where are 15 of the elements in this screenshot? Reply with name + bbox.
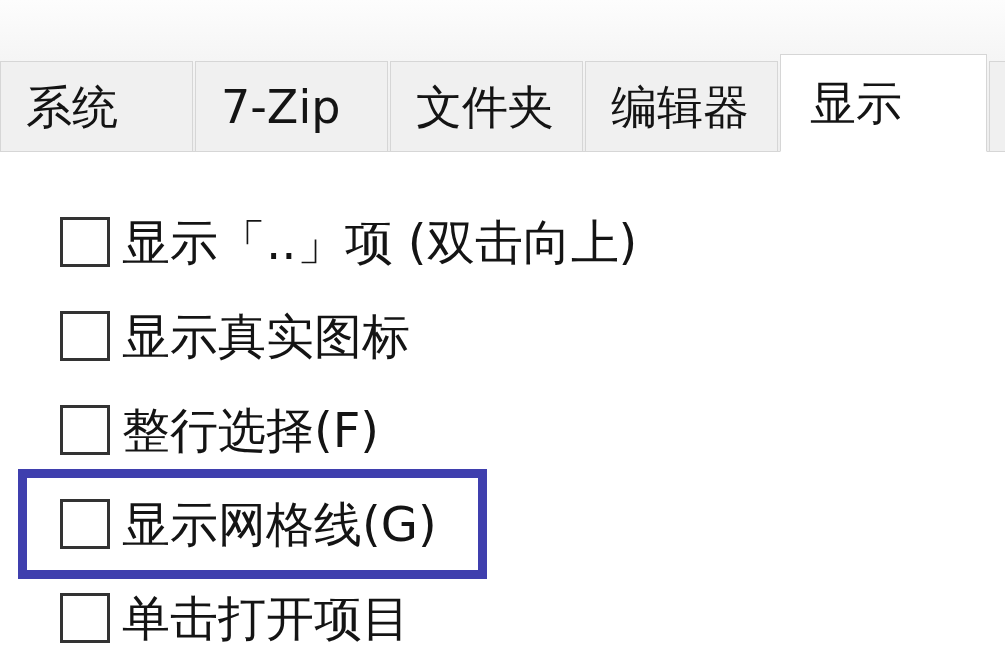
tab[interactable]: 系统	[0, 61, 193, 151]
checkbox[interactable]	[60, 405, 110, 455]
option-label[interactable]: 显示「..」项 (双击向上)	[122, 218, 638, 266]
option-label[interactable]: 整行选择(F)	[122, 406, 380, 454]
tab[interactable]: 编辑器	[585, 61, 778, 151]
tab[interactable]: 显示	[780, 54, 987, 152]
tab[interactable]: 7-Zip	[195, 61, 388, 151]
checkbox[interactable]	[60, 311, 110, 361]
option-label[interactable]: 单击打开项目	[122, 594, 410, 642]
tab[interactable]: 文件夹	[390, 61, 583, 151]
checkbox[interactable]	[60, 499, 110, 549]
checkbox[interactable]	[60, 217, 110, 267]
checkbox[interactable]	[60, 593, 110, 643]
option-label[interactable]: 显示真实图标	[122, 312, 410, 360]
option-label[interactable]: 显示网格线(G)	[122, 500, 437, 548]
